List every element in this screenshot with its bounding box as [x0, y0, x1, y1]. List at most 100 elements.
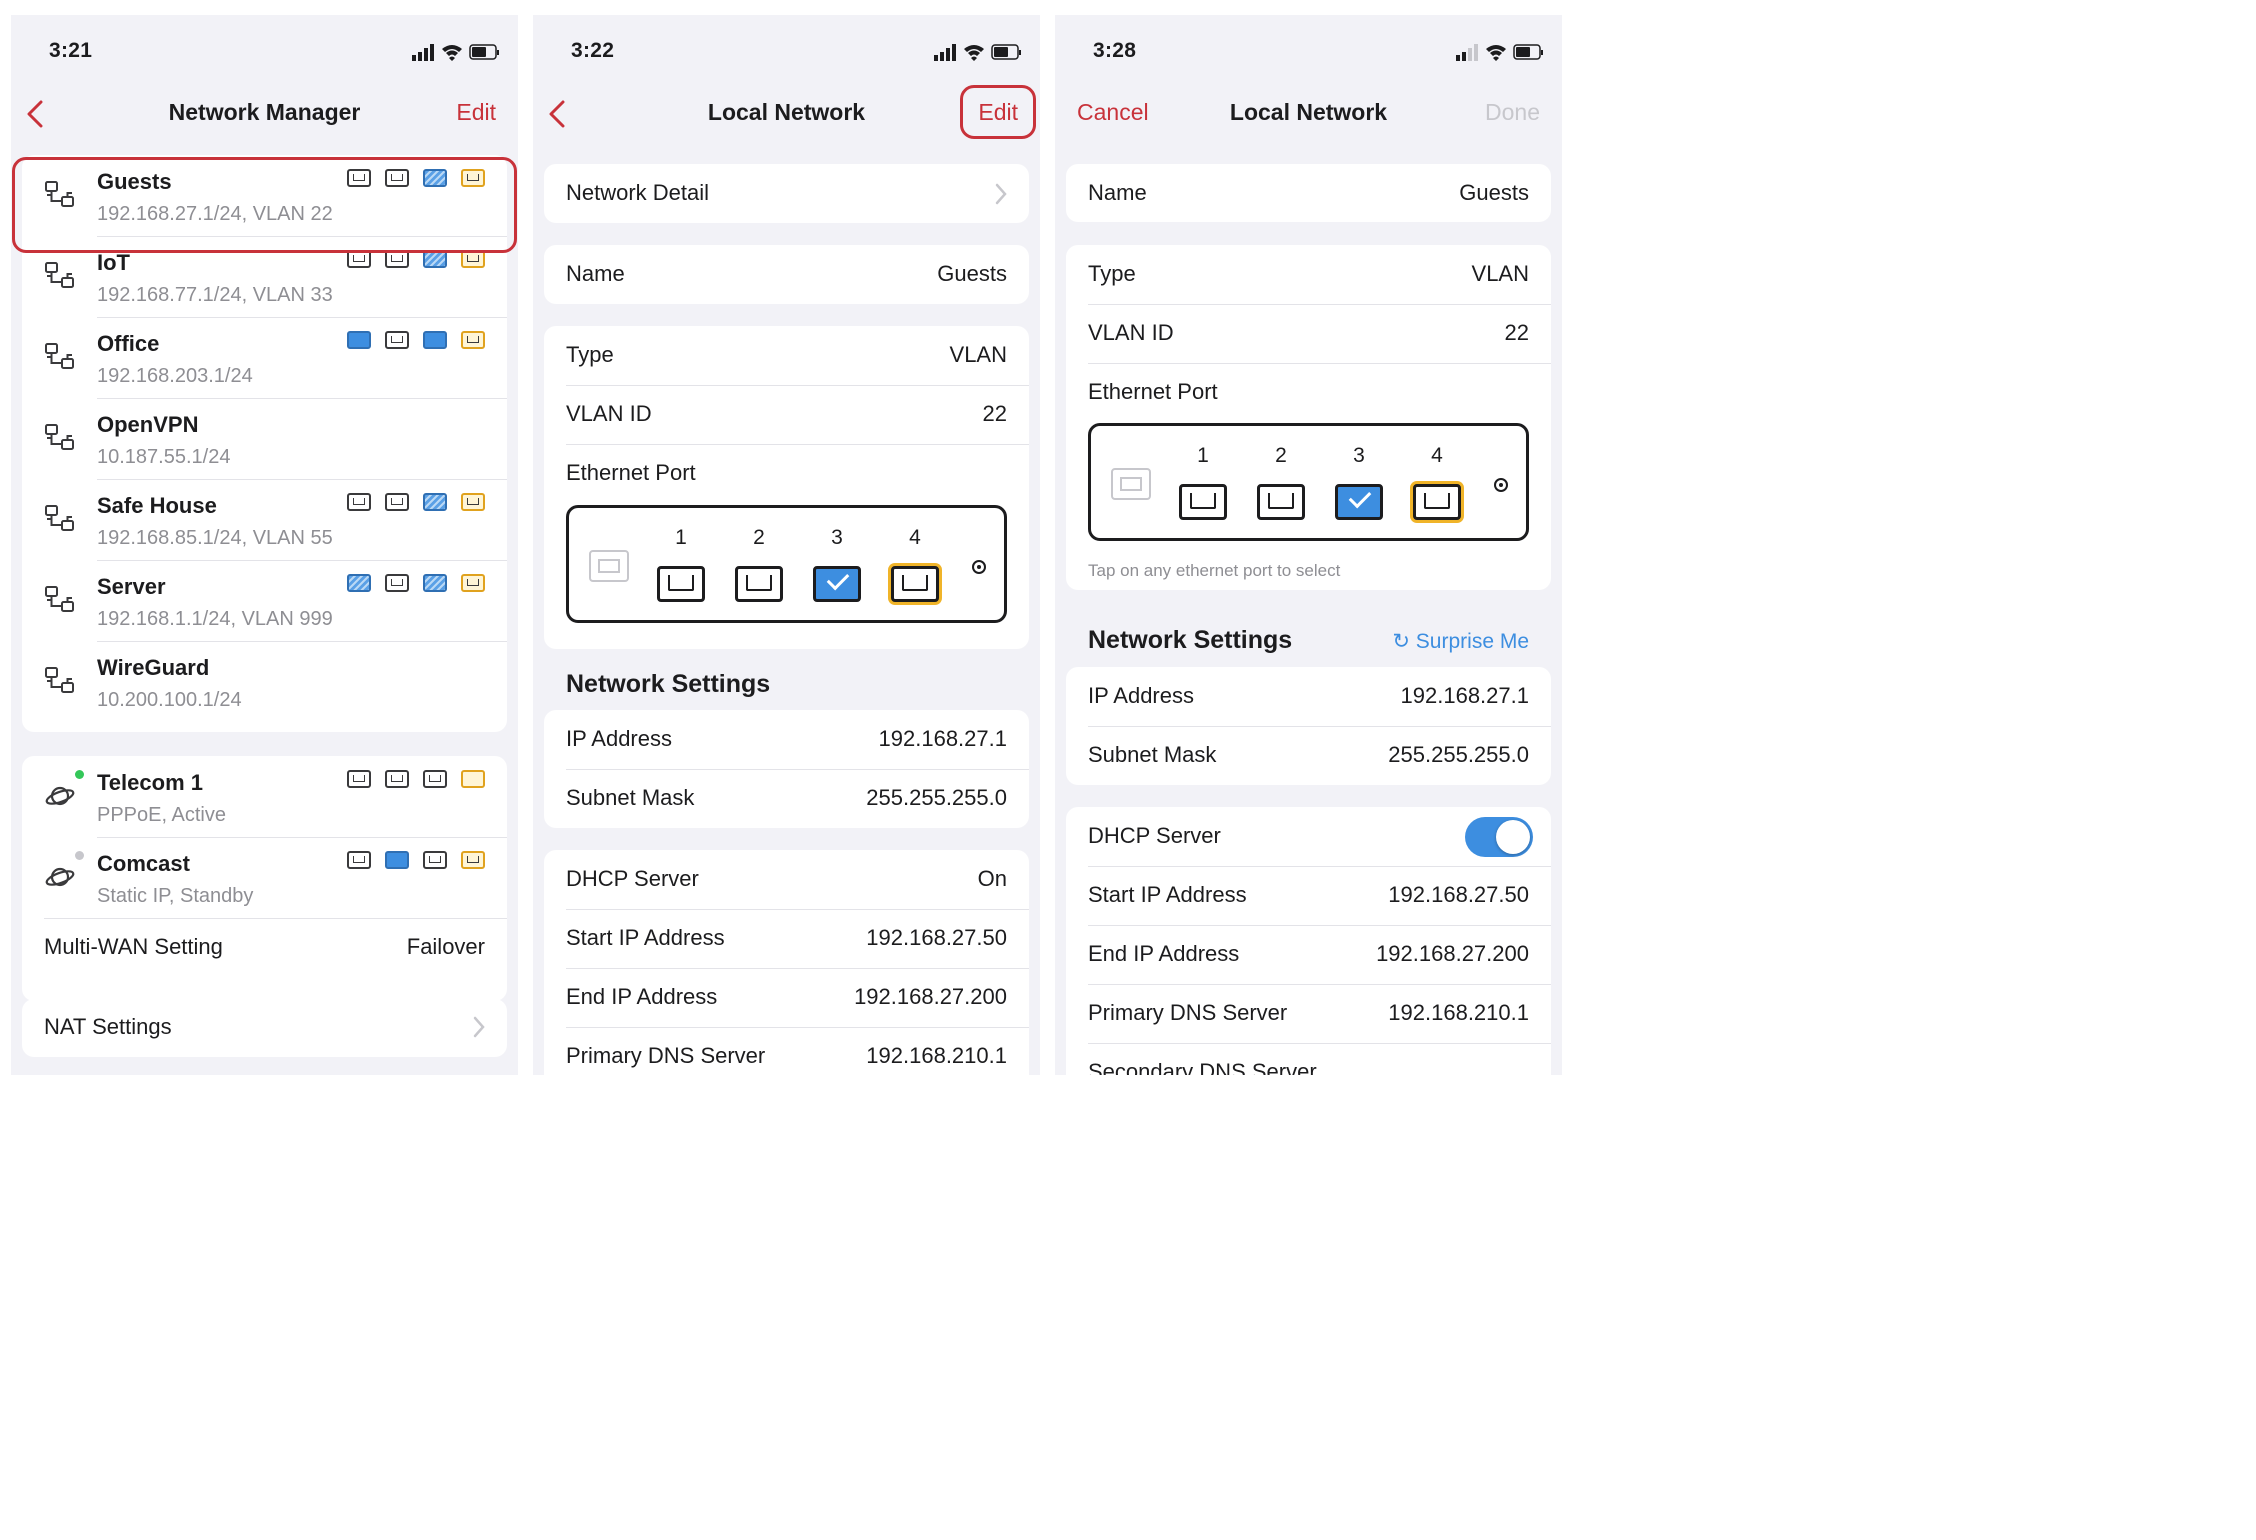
subnet-mask-row: Subnet Mask 255.255.255.0 [544, 769, 1029, 828]
port-1-icon [347, 770, 371, 788]
type-value[interactable]: VLAN [1472, 261, 1529, 287]
dhcp-toggle[interactable] [1465, 817, 1533, 857]
port-indicators [347, 851, 485, 869]
ethernet-port-3[interactable] [813, 566, 861, 602]
ip-address-row[interactable]: IP Address 192.168.27.1 [1066, 667, 1551, 726]
network-icon [44, 422, 76, 454]
ip-address-input[interactable]: 192.168.27.1 [1401, 683, 1529, 709]
vlan-id-value: 22 [982, 401, 1007, 426]
port-indicators [347, 493, 485, 511]
secondary-dns-row[interactable]: Secondary DNS Server [1066, 1043, 1551, 1075]
screen-local-network-view: 3:22 Local Network Edit Network Detail N… [533, 15, 1040, 1075]
surprise-me-label: Surprise Me [1415, 630, 1529, 653]
port-4-icon [461, 493, 485, 511]
start-ip-row: Start IP Address 192.168.27.50 [544, 909, 1029, 968]
end-ip-label: End IP Address [566, 984, 718, 1009]
status-bar: 3:22 [533, 15, 1040, 85]
network-icon [44, 584, 76, 616]
multi-wan-label: Multi-WAN Setting [44, 934, 223, 959]
ethernet-port-1[interactable] [657, 566, 705, 602]
network-row[interactable]: WireGuard 10.200.100.1/24 [22, 641, 507, 722]
type-label: Type [1088, 261, 1136, 286]
start-ip-value: 192.168.27.50 [866, 925, 1007, 950]
network-settings-heading: Network Settings [1088, 626, 1293, 654]
checkmark-icon [826, 567, 850, 591]
type-row[interactable]: Type VLAN [1066, 245, 1551, 304]
network-row[interactable]: Server 192.168.1.1/24, VLAN 999 [22, 560, 507, 641]
start-ip-row[interactable]: Start IP Address 192.168.27.50 [1066, 866, 1551, 925]
port-number: 1 [1197, 444, 1209, 467]
name-row[interactable]: Name Guests [1066, 164, 1551, 222]
uplink-port-icon [1111, 468, 1151, 500]
refresh-icon: ↻ [1392, 630, 1410, 653]
type-label: Type [566, 342, 614, 367]
port-indicators [347, 331, 485, 349]
status-icons [412, 44, 499, 61]
nat-settings-label: NAT Settings [44, 1014, 172, 1039]
name-card[interactable]: Name Guests [1066, 164, 1551, 222]
status-icons [934, 44, 1021, 61]
dhcp-card: DHCP Server Start IP Address 192.168.27.… [1066, 807, 1551, 1075]
port-indicators [347, 574, 485, 592]
vlan-card: Type VLAN VLAN ID 22 Ethernet Port 1234 … [1066, 245, 1551, 590]
wan-planet-icon [44, 780, 76, 812]
vlan-id-row[interactable]: VLAN ID 22 [1066, 304, 1551, 363]
multi-wan-row[interactable]: Multi-WAN Setting Failover [22, 918, 507, 978]
ip-address-row: IP Address 192.168.27.1 [544, 710, 1029, 769]
start-ip-input[interactable]: 192.168.27.50 [1388, 882, 1529, 908]
network-row[interactable]: Office 192.168.203.1/24 [22, 317, 507, 398]
wan-status: Static IP, Standby [97, 885, 254, 907]
network-subnet: 192.168.77.1/24, VLAN 33 [97, 284, 333, 306]
vlan-id-row: VLAN ID 22 [544, 385, 1029, 444]
network-detail-row[interactable]: Network Detail [544, 164, 1029, 223]
network-subnet: 192.168.85.1/24, VLAN 55 [97, 527, 333, 549]
name-input[interactable]: Guests [1459, 180, 1529, 206]
name-label: Name [1088, 180, 1147, 205]
ethernet-port-3[interactable] [1335, 484, 1383, 520]
ethernet-port-label: Ethernet Port [1088, 379, 1218, 404]
port-2-icon [385, 770, 409, 788]
wan-status: PPPoE, Active [97, 804, 226, 826]
edit-button[interactable]: Edit [456, 99, 496, 126]
port-number: 3 [831, 526, 843, 549]
ethernet-port-selector: 1 2 3 4 [566, 505, 1007, 623]
end-ip-row[interactable]: End IP Address 192.168.27.200 [1066, 925, 1551, 984]
ethernet-port-1[interactable] [1179, 484, 1227, 520]
ip-address-value: 192.168.27.1 [878, 726, 1007, 751]
dhcp-row: DHCP Server On [544, 850, 1029, 909]
port-2-icon [385, 851, 409, 869]
ethernet-port-2[interactable] [1257, 484, 1305, 520]
ethernet-port-4[interactable] [891, 566, 939, 602]
vlan-id-input[interactable]: 22 [1505, 320, 1529, 346]
network-icon [44, 341, 76, 373]
primary-dns-row[interactable]: Primary DNS Server 192.168.210.1 [1066, 984, 1551, 1043]
type-row: Type VLAN [544, 326, 1029, 385]
primary-dns-row: Primary DNS Server 192.168.210.1 [544, 1027, 1029, 1075]
status-dot [75, 851, 84, 860]
dhcp-row: DHCP Server [1066, 807, 1551, 866]
nat-settings-card[interactable]: NAT Settings [22, 999, 507, 1057]
nat-settings-row[interactable]: NAT Settings [22, 999, 507, 1057]
primary-dns-input[interactable]: 192.168.210.1 [1388, 1000, 1529, 1026]
subnet-mask-label: Subnet Mask [1088, 742, 1217, 767]
network-name: WireGuard [97, 655, 210, 680]
ethernet-port-2[interactable] [735, 566, 783, 602]
wan-row[interactable]: Telecom 1 PPPoE, Active [22, 756, 507, 837]
subnet-mask-row[interactable]: Subnet Mask 255.255.255.0 [1066, 726, 1551, 785]
network-subnet: 10.200.100.1/24 [97, 689, 242, 711]
ethernet-port-4[interactable] [1413, 484, 1461, 520]
network-icon [44, 503, 76, 535]
wan-row[interactable]: Comcast Static IP, Standby [22, 837, 507, 918]
dhcp-card: DHCP Server On Start IP Address 192.168.… [544, 850, 1029, 1075]
surprise-me-button[interactable]: ↻ Surprise Me [1392, 629, 1529, 654]
led-indicator-icon [972, 560, 986, 574]
led-indicator-icon [1494, 478, 1508, 492]
subnet-mask-input[interactable]: 255.255.255.0 [1388, 742, 1529, 768]
name-row: Name Guests [544, 245, 1029, 304]
network-row[interactable]: Safe House 192.168.85.1/24, VLAN 55 [22, 479, 507, 560]
port-3-icon [423, 574, 447, 592]
done-button[interactable]: Done [1485, 99, 1540, 126]
network-detail-card[interactable]: Network Detail [544, 164, 1029, 223]
end-ip-input[interactable]: 192.168.27.200 [1376, 941, 1529, 967]
network-row[interactable]: OpenVPN 10.187.55.1/24 [22, 398, 507, 479]
